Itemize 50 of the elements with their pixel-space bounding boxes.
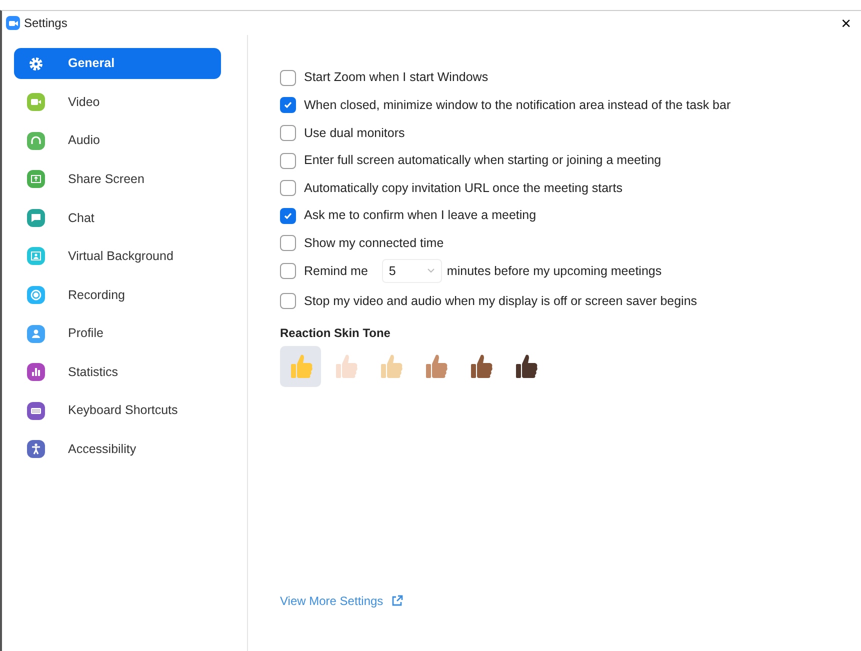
checkbox[interactable] [280, 180, 296, 196]
menu-item-icon [27, 132, 45, 150]
sidebar-item[interactable]: General [14, 48, 221, 79]
checkbox[interactable] [280, 152, 296, 169]
checkbox[interactable] [280, 208, 296, 224]
option-label: When closed, minimize window to the notification area instead of the task bar [304, 97, 731, 114]
sidebar-item[interactable]: Audio [14, 125, 221, 156]
checkbox[interactable] [280, 235, 296, 252]
close-button[interactable]: × [837, 14, 855, 32]
menu-item-icon [27, 324, 45, 343]
option-label: Ask me to confirm when I leave a meeting [304, 207, 536, 224]
option-label: Stop my video and audio when my display is off or screen saver begins [304, 292, 698, 310]
section-heading: Reaction Skin Tone [280, 324, 392, 342]
menu-item-icon [27, 208, 45, 227]
checkbox[interactable] [280, 70, 296, 86]
option-label: Automatically copy invitation URL once the meeting starts [304, 180, 622, 197]
gear-icon [27, 54, 45, 72]
option-label: Use dual monitors [304, 124, 405, 142]
external-link-icon [391, 595, 404, 608]
checkbox[interactable] [280, 124, 296, 141]
menu-item-icon [27, 363, 45, 382]
caret-icon [426, 268, 435, 274]
app-logo-icon [6, 16, 20, 30]
sidebar-item[interactable]: Accessibility [14, 434, 221, 465]
menu-item-icon [27, 286, 45, 304]
sidebar-item[interactable]: Statistics [14, 356, 221, 388]
minutes-dropdown[interactable]: 5 [382, 258, 442, 283]
menu-item-icon [27, 170, 45, 188]
option-label: Enter full screen automatically when starting or joining a meeting [304, 152, 662, 170]
menu-item-icon [27, 247, 45, 266]
sidebar-item[interactable]: Share Screen [14, 164, 221, 195]
option-label: Remind me [304, 262, 368, 280]
checkbox[interactable] [280, 97, 296, 114]
menu-item-icon [27, 440, 45, 458]
checkbox[interactable] [280, 293, 296, 310]
menu-item-icon [27, 93, 45, 112]
sidebar-item[interactable]: Recording [14, 280, 221, 311]
checkbox[interactable] [280, 262, 296, 279]
check-icon [283, 100, 293, 110]
option-label: minutes before my upcoming meetings [446, 262, 662, 280]
check-icon [283, 210, 293, 221]
sidebar-item[interactable]: Virtual Background [14, 240, 221, 272]
window-title: Settings [24, 15, 68, 32]
sidebar-item[interactable]: Keyboard Shortcuts [14, 395, 221, 426]
sidebar-item[interactable]: Video [14, 86, 221, 118]
sidebar-item[interactable]: Profile [14, 318, 221, 350]
sidebar-item[interactable]: Chat [14, 202, 221, 234]
option-label: Start Zoom when I start Windows [304, 69, 488, 86]
menu-item-icon [27, 402, 45, 420]
option-label: Show my connected time [304, 234, 444, 252]
